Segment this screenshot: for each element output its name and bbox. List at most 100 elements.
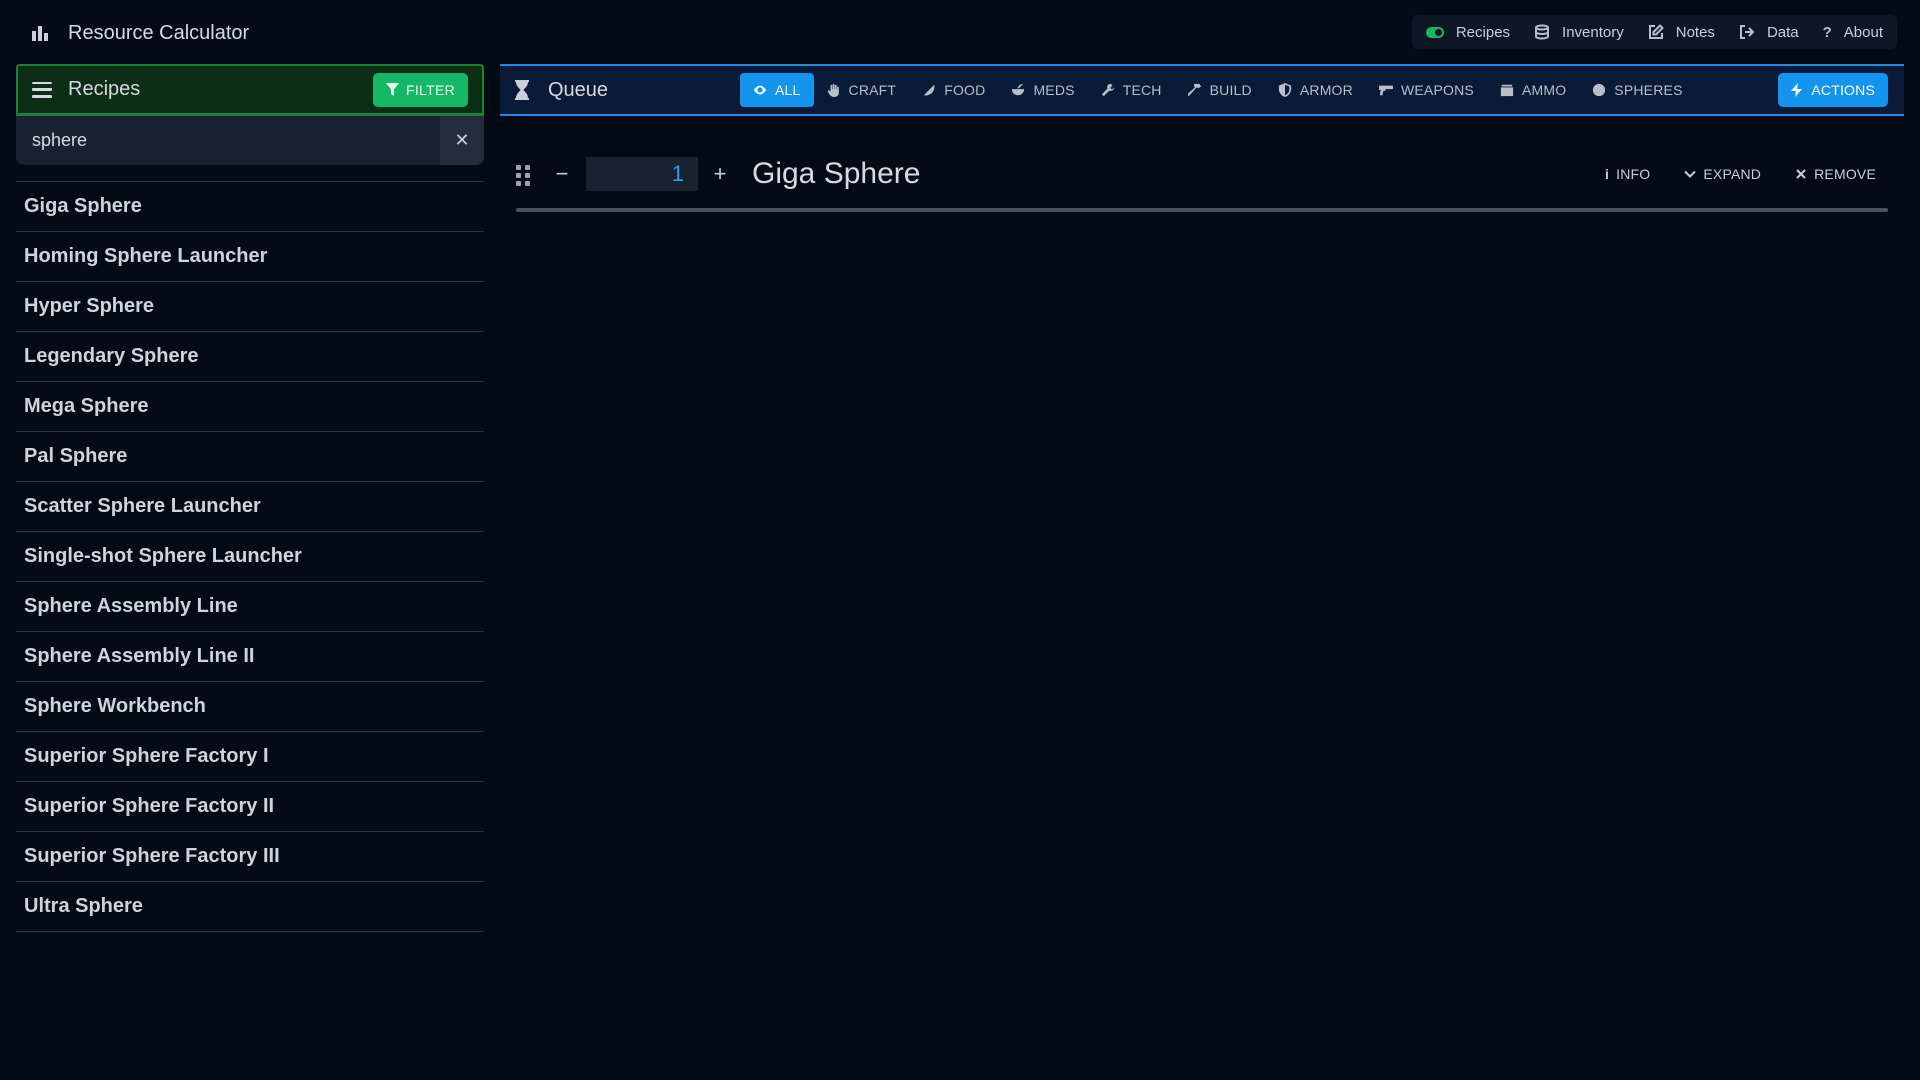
shield-icon bbox=[1278, 83, 1292, 97]
quantity-input[interactable] bbox=[586, 157, 698, 191]
list-item[interactable]: Sphere Assembly Line II bbox=[16, 632, 484, 682]
tab-armor-label: ARMOR bbox=[1299, 82, 1353, 98]
ammo-box-icon bbox=[1500, 83, 1514, 97]
nav-recipes[interactable]: Recipes bbox=[1425, 23, 1511, 41]
tab-ammo[interactable]: AMMO bbox=[1487, 73, 1579, 107]
tab-build[interactable]: BUILD bbox=[1175, 73, 1265, 107]
info-button-label: INFO bbox=[1616, 166, 1651, 182]
nav-inventory[interactable]: Inventory bbox=[1534, 24, 1624, 41]
queue-item-name: Giga Sphere bbox=[752, 157, 921, 190]
tab-craft-label: CRAFT bbox=[848, 82, 897, 98]
remove-button-label: REMOVE bbox=[1814, 166, 1876, 182]
tab-tech-label: TECH bbox=[1122, 82, 1162, 98]
recipe-list: Giga Sphere Homing Sphere Launcher Hyper… bbox=[16, 181, 484, 932]
info-button[interactable]: i INFO bbox=[1605, 166, 1650, 182]
search-row: ✕ bbox=[16, 116, 484, 165]
tab-weapons-label: WEAPONS bbox=[1400, 82, 1474, 98]
remove-button[interactable]: REMOVE bbox=[1795, 166, 1876, 182]
hand-icon bbox=[827, 83, 841, 97]
queue-panel: Queue ALL CRAFT FOOD MEDS TECH BUILD ARM… bbox=[500, 64, 1904, 212]
tab-weapons[interactable]: WEAPONS bbox=[1366, 73, 1487, 107]
entry-actions: i INFO EXPAND REMOVE bbox=[1605, 144, 1876, 204]
tab-all[interactable]: ALL bbox=[740, 73, 814, 107]
actions-button[interactable]: ACTIONS bbox=[1778, 73, 1888, 107]
nav-recipes-label: Recipes bbox=[1455, 23, 1511, 41]
nav-data-label: Data bbox=[1766, 23, 1799, 41]
list-item[interactable]: Mega Sphere bbox=[16, 382, 484, 432]
list-item[interactable]: Single-shot Sphere Launcher bbox=[16, 532, 484, 582]
clear-search-button[interactable]: ✕ bbox=[440, 116, 484, 165]
list-item[interactable]: Superior Sphere Factory III bbox=[16, 832, 484, 882]
list-item[interactable]: Ultra Sphere bbox=[16, 882, 484, 932]
close-icon: ✕ bbox=[454, 130, 470, 150]
tab-tech[interactable]: TECH bbox=[1088, 73, 1175, 107]
queue-header: Queue ALL CRAFT FOOD MEDS TECH BUILD ARM… bbox=[500, 64, 1904, 116]
tab-spheres-label: SPHERES bbox=[1614, 82, 1683, 98]
list-item[interactable]: Scatter Sphere Launcher bbox=[16, 482, 484, 532]
database-icon bbox=[1534, 24, 1550, 40]
list-item[interactable]: Pal Sphere bbox=[16, 432, 484, 482]
app-title: Resource Calculator bbox=[30, 18, 249, 48]
recipes-sidebar: Recipes FILTER ✕ Giga Sphere Homing Sphe… bbox=[16, 64, 484, 932]
list-item[interactable]: Homing Sphere Launcher bbox=[16, 232, 484, 282]
eye-icon bbox=[753, 83, 767, 97]
tab-food-label: FOOD bbox=[944, 82, 986, 98]
tab-food[interactable]: FOOD bbox=[909, 73, 998, 107]
queue-entry: − + Giga Sphere i INFO EXPAND REMOVE bbox=[516, 144, 1888, 204]
tab-spheres[interactable]: SPHERES bbox=[1579, 73, 1695, 107]
drag-handle-icon[interactable] bbox=[516, 165, 530, 186]
queue-title: Queue bbox=[514, 79, 744, 102]
lightning-icon bbox=[1791, 83, 1803, 97]
close-icon bbox=[1795, 168, 1807, 180]
filter-button[interactable]: FILTER bbox=[373, 72, 468, 107]
bar-chart-icon bbox=[30, 23, 50, 43]
food-icon bbox=[922, 83, 936, 97]
actions-button-label: ACTIONS bbox=[1811, 82, 1875, 98]
queue-title-text: Queue bbox=[548, 78, 609, 101]
expand-button[interactable]: EXPAND bbox=[1684, 166, 1761, 182]
tab-ammo-label: AMMO bbox=[1521, 82, 1567, 98]
sidebar-header: Recipes FILTER bbox=[16, 64, 484, 116]
search-input[interactable] bbox=[16, 116, 440, 165]
nav-data[interactable]: Data bbox=[1739, 24, 1799, 41]
list-item[interactable]: Hyper Sphere bbox=[16, 282, 484, 332]
nav-about-label: About bbox=[1843, 23, 1883, 41]
sidebar-title: Recipes bbox=[68, 78, 141, 100]
tab-armor[interactable]: ARMOR bbox=[1265, 73, 1366, 107]
app-header: Resource Calculator Recipes Inventory No… bbox=[0, 0, 1920, 64]
wrench-icon bbox=[1101, 83, 1115, 97]
tab-meds[interactable]: MEDS bbox=[998, 73, 1087, 107]
expand-button-label: EXPAND bbox=[1703, 166, 1762, 182]
mortar-icon bbox=[1011, 83, 1025, 97]
sphere-icon bbox=[1592, 83, 1606, 97]
nav-inventory-label: Inventory bbox=[1562, 23, 1624, 41]
app-title-text: Resource Calculator bbox=[68, 21, 250, 44]
tab-build-label: BUILD bbox=[1209, 82, 1252, 98]
filter-button-label: FILTER bbox=[406, 81, 455, 98]
tab-all-label: ALL bbox=[775, 82, 801, 98]
toggle-icon bbox=[1425, 26, 1444, 38]
export-icon bbox=[1739, 24, 1755, 40]
list-item[interactable]: Superior Sphere Factory II bbox=[16, 782, 484, 832]
nav-notes-label: Notes bbox=[1675, 23, 1715, 41]
tab-meds-label: MEDS bbox=[1033, 82, 1075, 98]
top-nav: Recipes Inventory Notes Data ? About bbox=[1411, 15, 1897, 49]
nav-notes[interactable]: Notes bbox=[1648, 24, 1715, 41]
question-icon: ? bbox=[1822, 23, 1832, 41]
list-item[interactable]: Giga Sphere bbox=[16, 182, 484, 232]
info-icon: i bbox=[1605, 166, 1610, 182]
hourglass-icon bbox=[514, 80, 530, 100]
chevron-down-icon bbox=[1684, 168, 1697, 180]
list-item[interactable]: Legendary Sphere bbox=[16, 332, 484, 382]
list-item[interactable]: Superior Sphere Factory I bbox=[16, 732, 484, 782]
menu-icon[interactable] bbox=[32, 81, 52, 98]
hammer-icon bbox=[1187, 83, 1202, 97]
tab-craft[interactable]: CRAFT bbox=[814, 73, 910, 107]
list-item[interactable]: Sphere Workbench bbox=[16, 682, 484, 732]
edit-icon bbox=[1648, 24, 1664, 40]
increase-quantity-button[interactable]: + bbox=[710, 161, 730, 187]
funnel-icon bbox=[386, 83, 399, 96]
decrease-quantity-button[interactable]: − bbox=[552, 161, 572, 187]
nav-about[interactable]: ? About bbox=[1823, 24, 1883, 41]
list-item[interactable]: Sphere Assembly Line bbox=[16, 582, 484, 632]
